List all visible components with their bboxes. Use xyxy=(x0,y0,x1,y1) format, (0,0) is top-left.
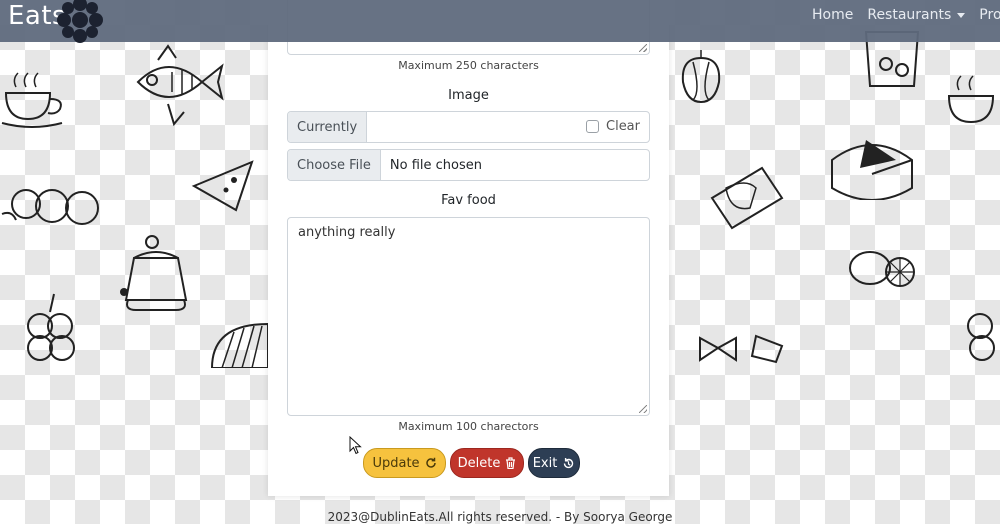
resize-grip-icon[interactable] xyxy=(639,405,647,413)
pasta-doodle xyxy=(699,334,784,364)
grapes-doodle-left xyxy=(1,189,99,225)
image-label: Image xyxy=(448,88,489,103)
pepper-doodle xyxy=(681,50,721,104)
onions-doodle xyxy=(27,293,75,361)
nav-restaurants-dropdown[interactable]: Restaurants xyxy=(867,7,966,23)
footer-copyright: 2023@DublinEats.All rights reserved. - B… xyxy=(327,510,673,524)
history-icon xyxy=(564,457,574,468)
caret-down-icon xyxy=(957,12,966,18)
tin-can-doodle xyxy=(710,166,784,230)
current-image-field: Clear xyxy=(367,112,649,142)
delete-button-label: Delete xyxy=(457,455,501,471)
nav-links: Home Restaurants Profile xyxy=(812,7,1000,23)
fav-food-value: anything really xyxy=(298,225,396,240)
delete-button[interactable]: Delete xyxy=(450,448,524,478)
top-navbar: Eats Home Restaurants Profile xyxy=(0,0,1000,43)
resize-grip-icon[interactable] xyxy=(639,44,647,52)
clear-label[interactable]: Clear xyxy=(606,119,640,134)
mouse-cursor-icon xyxy=(349,436,362,455)
snowflake-icon xyxy=(57,0,103,43)
file-input-group[interactable]: Choose File No file chosen xyxy=(287,149,650,181)
melon-doodle xyxy=(210,322,268,368)
pudding-doodle xyxy=(120,235,188,311)
nav-home-link[interactable]: Home xyxy=(812,7,853,23)
exit-button-label: Exit xyxy=(532,455,558,471)
teacup-doodle-right xyxy=(947,75,995,124)
nav-restaurants-label: Restaurants xyxy=(867,7,952,23)
update-button-label: Update xyxy=(372,455,420,471)
fish-doodle xyxy=(136,44,224,127)
lemon-doodle xyxy=(849,251,915,287)
fav-food-help-text: Maximum 100 charectors xyxy=(398,420,539,433)
nav-profile-link[interactable]: Profile xyxy=(979,7,1000,23)
cake-slice-doodle xyxy=(191,160,254,212)
file-status-text: No file chosen xyxy=(389,157,482,173)
currently-addon: Currently xyxy=(288,112,368,142)
choose-file-button[interactable]: Choose File xyxy=(288,150,381,180)
refresh-icon xyxy=(425,457,436,468)
current-image-group: Currently Clear xyxy=(287,111,650,143)
update-button[interactable]: Update xyxy=(363,448,446,478)
grapes-doodle-right xyxy=(967,313,995,361)
fav-food-textarea[interactable]: anything really xyxy=(287,217,650,416)
fav-food-label: Fav food xyxy=(441,193,496,208)
teacup-doodle-left xyxy=(1,72,63,128)
bio-help-text: Maximum 250 characters xyxy=(398,59,539,72)
exit-button[interactable]: Exit xyxy=(528,448,580,478)
clear-checkbox[interactable] xyxy=(586,120,599,133)
trash-icon xyxy=(506,457,516,469)
cheese-doodle xyxy=(831,140,913,200)
profile-edit-card: Maximum 250 characters Image Currently C… xyxy=(268,0,669,496)
